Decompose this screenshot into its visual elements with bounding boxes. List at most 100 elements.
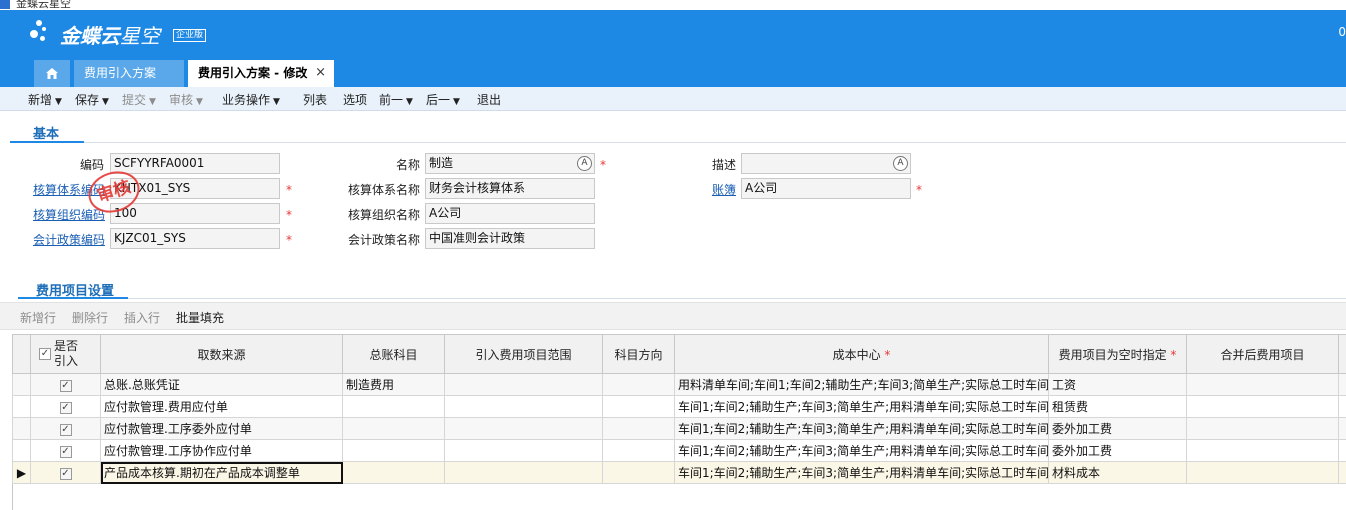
batch-fill-button[interactable]: 批量填充	[176, 309, 224, 326]
exit-button[interactable]: 退出	[477, 91, 501, 108]
empty-item-cell[interactable]: 委外加工费	[1048, 417, 1187, 440]
merged-item-cell[interactable]	[1186, 395, 1339, 418]
tab-home[interactable]	[34, 60, 70, 87]
tab-expense-import-list[interactable]: 费用引入方案	[74, 60, 184, 87]
chevron-down-icon[interactable]: ▼	[55, 97, 62, 107]
previous-button[interactable]: 前一 ▼	[379, 91, 413, 108]
import-checkbox[interactable]: ✓	[59, 402, 72, 414]
col-header-merged-item[interactable]: 合并后费用项目	[1186, 334, 1339, 374]
source-cell[interactable]: 应付款管理.工序协作应付单	[100, 439, 343, 462]
import-checkbox[interactable]: ✓	[59, 446, 72, 458]
acct-org-code-link[interactable]: 核算组织编码	[33, 206, 105, 223]
policy-code-link[interactable]: 会计政策编码	[33, 231, 105, 248]
import-checkbox[interactable]: ✓	[59, 468, 72, 480]
table-row[interactable]: ✓ 应付款管理.工序委外应付单 车间1;车间2;辅助生产;车间3;简单生产;用料…	[12, 417, 1346, 440]
range-cell[interactable]	[444, 461, 603, 484]
direction-cell[interactable]	[602, 461, 675, 484]
merged-item-cell[interactable]	[1186, 461, 1339, 484]
insert-row-button[interactable]: 插入行	[124, 309, 160, 326]
description-field[interactable]: A	[741, 153, 911, 174]
close-icon[interactable]: ×	[315, 60, 326, 86]
edition-badge: 企业版	[173, 29, 207, 42]
range-cell[interactable]	[444, 373, 603, 396]
col-header-gl-account[interactable]: 总账科目	[342, 334, 445, 374]
import-cell[interactable]: ✓	[30, 373, 101, 396]
gl-account-cell[interactable]	[342, 395, 445, 418]
submit-button[interactable]: 提交 ▼	[122, 91, 156, 108]
import-cell[interactable]: ✓	[30, 439, 101, 462]
options-button[interactable]: 选项	[343, 91, 367, 108]
empty-item-cell[interactable]: 工资	[1048, 373, 1187, 396]
source-cell[interactable]: 应付款管理.费用应付单	[100, 395, 343, 418]
tab-expense-import-edit[interactable]: 费用引入方案 - 修改 ×	[188, 60, 334, 87]
merged-item-cell[interactable]	[1186, 439, 1339, 462]
acct-org-code-field[interactable]: 100	[110, 203, 280, 224]
ledger-field[interactable]: A公司	[741, 178, 911, 199]
cost-center-cell[interactable]: 车间1;车间2;辅助生产;车间3;简单生产;用料清单车间;实际总工时车间;	[674, 439, 1049, 462]
select-all-checkbox[interactable]: ✓	[39, 348, 51, 360]
table-row[interactable]: ✓ 总账.总账凭证 制造费用 用料清单车间;车间1;车间2;辅助生产;车间3;简…	[12, 373, 1346, 396]
save-button[interactable]: 保存 ▼	[75, 91, 109, 108]
merged-item-cell[interactable]	[1186, 417, 1339, 440]
range-cell[interactable]	[444, 439, 603, 462]
col-header-empty-item[interactable]: 费用项目为空时指定 *	[1048, 334, 1187, 374]
chevron-down-icon[interactable]: ▼	[453, 97, 460, 107]
direction-cell[interactable]	[602, 373, 675, 396]
chevron-down-icon[interactable]: ▼	[149, 97, 156, 107]
range-cell[interactable]	[444, 395, 603, 418]
col-header-range[interactable]: 引入费用项目范围	[444, 334, 603, 374]
audit-button[interactable]: 审核 ▼	[169, 91, 203, 108]
add-row-button[interactable]: 新增行	[20, 309, 56, 326]
col-header-source[interactable]: 取数来源	[100, 334, 343, 374]
ledger-link[interactable]: 账簿	[712, 181, 736, 198]
gl-account-cell[interactable]: 制造费用	[342, 373, 445, 396]
direction-cell[interactable]	[602, 417, 675, 440]
table-row-selected[interactable]: ▶ ✓ 产品成本核算.期初在产品成本调整单 车间1;车间2;辅助生产;车间3;简…	[12, 461, 1346, 484]
name-field[interactable]: 制造 A	[425, 153, 595, 174]
multilang-icon[interactable]: A	[577, 156, 592, 171]
source-cell[interactable]: 总账.总账凭证	[100, 373, 343, 396]
import-cell[interactable]: ✓	[30, 417, 101, 440]
empty-item-cell[interactable]: 委外加工费	[1048, 439, 1187, 462]
col-header-cost-center[interactable]: 成本中心 *	[674, 334, 1049, 374]
acct-org-name-field[interactable]: A公司	[425, 203, 595, 224]
chevron-down-icon[interactable]: ▼	[196, 97, 203, 107]
multilang-icon[interactable]: A	[893, 156, 908, 171]
next-button[interactable]: 后一 ▼	[426, 91, 460, 108]
table-row[interactable]: ✓ 应付款管理.工序协作应付单 车间1;车间2;辅助生产;车间3;简单生产;用料…	[12, 439, 1346, 462]
policy-name-field[interactable]: 中国准则会计政策	[425, 228, 595, 249]
cost-center-cell[interactable]: 车间1;车间2;辅助生产;车间3;简单生产;用料清单车间;实际总工时车间;	[674, 461, 1049, 484]
import-checkbox[interactable]: ✓	[59, 424, 72, 436]
gl-account-cell[interactable]	[342, 439, 445, 462]
empty-item-cell[interactable]: 租赁费	[1048, 395, 1187, 418]
range-cell[interactable]	[444, 417, 603, 440]
gl-account-cell[interactable]	[342, 461, 445, 484]
cost-center-cell[interactable]: 车间1;车间2;辅助生产;车间3;简单生产;用料清单车间;实际总工时车间;	[674, 395, 1049, 418]
source-cell-active[interactable]: 产品成本核算.期初在产品成本调整单	[100, 461, 343, 484]
cost-center-cell[interactable]: 车间1;车间2;辅助生产;车间3;简单生产;用料清单车间;实际总工时车间;	[674, 417, 1049, 440]
import-cell[interactable]: ✓	[30, 461, 101, 484]
business-ops-button[interactable]: 业务操作 ▼	[222, 91, 280, 108]
col-header-import[interactable]: ✓ 是否引入	[30, 334, 101, 374]
source-cell[interactable]: 应付款管理.工序委外应付单	[100, 417, 343, 440]
gl-account-cell[interactable]	[342, 417, 445, 440]
delete-row-button[interactable]: 删除行	[72, 309, 108, 326]
direction-cell[interactable]	[602, 395, 675, 418]
col-header-direction[interactable]: 科目方向	[602, 334, 675, 374]
policy-code-field[interactable]: KJZC01_SYS	[110, 228, 280, 249]
required-mark: *	[286, 183, 292, 197]
list-button[interactable]: 列表	[303, 91, 327, 108]
direction-cell[interactable]	[602, 439, 675, 462]
new-button[interactable]: 新增 ▼	[28, 91, 62, 108]
empty-item-cell[interactable]: 材料成本	[1048, 461, 1187, 484]
chevron-down-icon[interactable]: ▼	[102, 97, 109, 107]
import-cell[interactable]: ✓	[30, 395, 101, 418]
acct-system-name-field[interactable]: 财务会计核算体系	[425, 178, 595, 199]
table-row[interactable]: ✓ 应付款管理.费用应付单 车间1;车间2;辅助生产;车间3;简单生产;用料清单…	[12, 395, 1346, 418]
import-checkbox[interactable]: ✓	[59, 380, 72, 392]
cost-center-cell[interactable]: 用料清单车间;车间1;车间2;辅助生产;车间3;简单生产;实际总工时车间;	[674, 373, 1049, 396]
code-field[interactable]: SCFYYRFA0001	[110, 153, 280, 174]
merged-item-cell[interactable]	[1186, 373, 1339, 396]
chevron-down-icon[interactable]: ▼	[273, 97, 280, 107]
chevron-down-icon[interactable]: ▼	[406, 97, 413, 107]
